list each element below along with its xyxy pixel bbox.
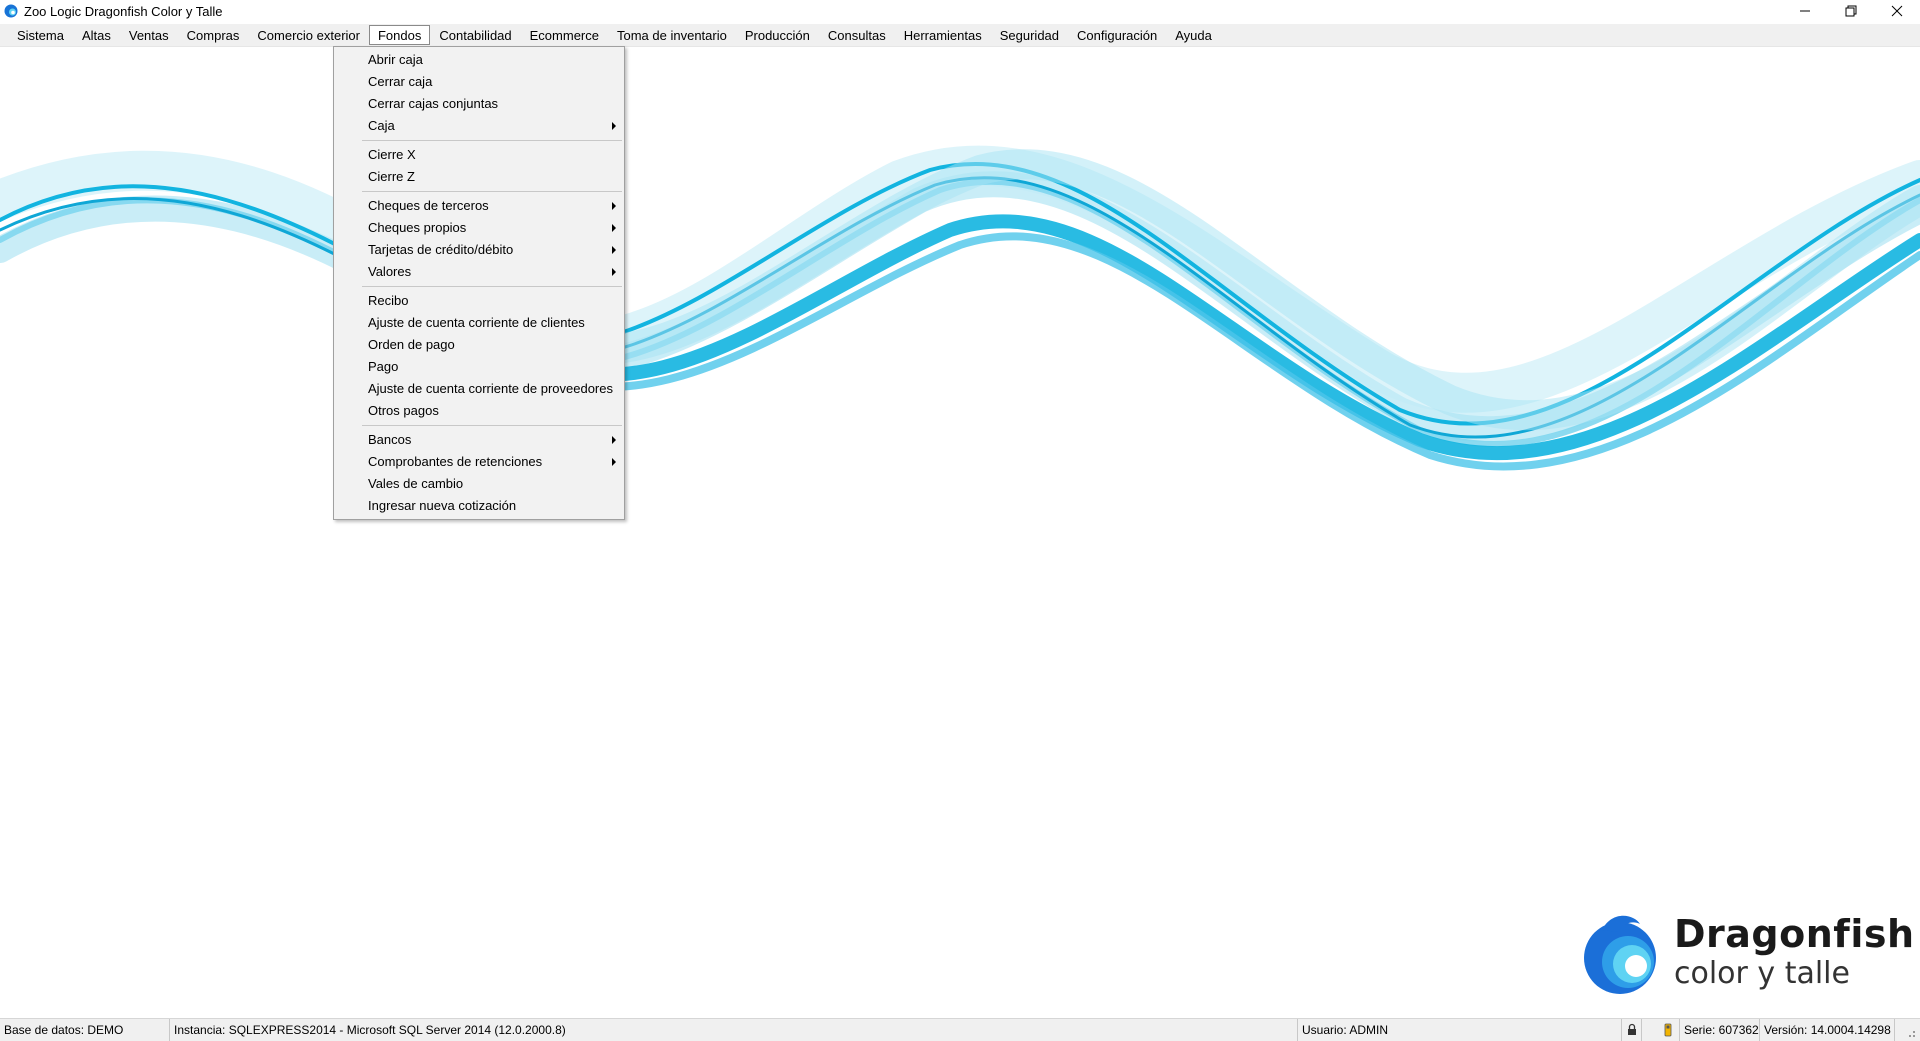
dropdown-item[interactable]: Cheques propios (334, 217, 624, 239)
dropdown-item[interactable]: Cerrar caja (334, 71, 624, 93)
close-button[interactable] (1874, 0, 1920, 22)
dragonfish-logo-icon (1584, 915, 1656, 994)
logo-tagline: color y talle (1674, 956, 1850, 991)
menu-separator (362, 191, 622, 192)
dropdown-item[interactable]: Abrir caja (334, 49, 624, 71)
menu-ayuda[interactable]: Ayuda (1166, 25, 1221, 45)
dropdown-item-label: Cierre X (368, 147, 416, 162)
logo-name: Dragonfish (1674, 912, 1915, 956)
close-icon (1891, 5, 1903, 17)
dropdown-item-label: Comprobantes de retenciones (368, 454, 543, 469)
status-version: Versión: 14.0004.14298 (1760, 1019, 1895, 1041)
menu-separator (362, 286, 622, 287)
menu-altas[interactable]: Altas (73, 25, 120, 45)
dropdown-item-label: Recibo (368, 293, 409, 308)
dropdown-item-label: Caja (368, 118, 395, 133)
dropdown-item-label: Vales de cambio (368, 476, 464, 491)
resize-grip[interactable] (1895, 1019, 1920, 1041)
window-controls (1782, 0, 1920, 22)
status-user: Usuario: ADMIN (1298, 1019, 1622, 1041)
dropdown-item-label: Cheques de terceros (368, 198, 489, 213)
menu-ventas[interactable]: Ventas (120, 25, 178, 45)
status-device (1642, 1019, 1680, 1041)
dropdown-item-label: Tarjetas de crédito/débito (368, 242, 514, 257)
dropdown-item-label: Cerrar caja (368, 74, 433, 89)
dropdown-item[interactable]: Cierre X (334, 144, 624, 166)
menu-bar: Sistema Altas Ventas Compras Comercio exteri… (0, 24, 1920, 47)
dropdown-item-label: Cierre Z (368, 169, 415, 184)
submenu-arrow-icon (612, 268, 616, 276)
dropdown-item-label: Bancos (368, 432, 412, 447)
dropdown-item[interactable]: Pago (334, 356, 624, 378)
status-bar: Base de datos: DEMO Instancia: SQLEXPRES… (0, 1018, 1920, 1041)
dropdown-item-label: Cerrar cajas conjuntas (368, 96, 499, 111)
menu-configuración[interactable]: Configuración (1068, 25, 1166, 45)
dropdown-item[interactable]: Ajuste de cuenta corriente de clientes (334, 312, 624, 334)
dropdown-item[interactable]: Valores (334, 261, 624, 283)
menu-contabilidad[interactable]: Contabilidad (430, 25, 520, 45)
menu-separator (362, 140, 622, 141)
status-database: Base de datos: DEMO (0, 1019, 170, 1041)
dropdown-item[interactable]: Otros pagos (334, 400, 624, 422)
status-instance: Instancia: SQLEXPRESS2014 - Microsoft SQ… (170, 1019, 1298, 1041)
restore-icon (1845, 5, 1857, 17)
dropdown-item[interactable]: Cierre Z (334, 166, 624, 188)
dragonfish-logo: Dragonfish color y talle (1582, 910, 1914, 1000)
status-serial: Serie: 607362 (1680, 1019, 1760, 1041)
submenu-arrow-icon (612, 122, 616, 130)
submenu-arrow-icon (612, 202, 616, 210)
menu-herramientas[interactable]: Herramientas (895, 25, 991, 45)
status-lock (1622, 1019, 1642, 1041)
menu-ecommerce[interactable]: Ecommerce (521, 25, 608, 45)
dropdown-item-label: Ajuste de cuenta corriente de clientes (368, 315, 585, 330)
menu-seguridad[interactable]: Seguridad (991, 25, 1068, 45)
dropdown-item[interactable]: Vales de cambio (334, 473, 624, 495)
dragonfish-app-icon (4, 4, 18, 18)
dropdown-item[interactable]: Caja (334, 115, 624, 137)
dropdown-item[interactable]: Bancos (334, 429, 624, 451)
dropdown-item-label: Ajuste de cuenta corriente de proveedore… (368, 381, 613, 396)
dropdown-item-label: Otros pagos (368, 403, 439, 418)
fondos-dropdown-menu: Abrir caja Cerrar caja Cerrar cajas conjun… (333, 46, 625, 520)
dropdown-item-label: Cheques propios (368, 220, 467, 235)
dropdown-item[interactable]: Comprobantes de retenciones (334, 451, 624, 473)
submenu-arrow-icon (612, 246, 616, 254)
lock-icon (1628, 1023, 1636, 1035)
dropdown-item-label: Pago (368, 359, 399, 374)
menu-producción[interactable]: Producción (736, 25, 819, 45)
title-bar: Zoo Logic Dragonfish Color y Talle (0, 0, 1920, 22)
dropdown-item-label: Ingresar nueva cotización (368, 498, 517, 513)
menu-toma-de-inventario[interactable]: Toma de inventario (608, 25, 736, 45)
menu-sistema[interactable]: Sistema (8, 25, 73, 45)
dropdown-item[interactable]: Recibo (334, 290, 624, 312)
minimize-button[interactable] (1782, 0, 1828, 22)
resize-grip-icon (1909, 1031, 1915, 1037)
minimize-icon (1800, 10, 1810, 12)
menu-consultas[interactable]: Consultas (819, 25, 895, 45)
restore-button[interactable] (1828, 0, 1874, 22)
dropdown-item[interactable]: Tarjetas de crédito/débito (334, 239, 624, 261)
submenu-arrow-icon (612, 436, 616, 444)
menu-separator (362, 425, 622, 426)
menu-fondos[interactable]: Fondos (368, 25, 431, 45)
dropdown-item-label: Orden de pago (368, 337, 455, 352)
dropdown-item[interactable]: Orden de pago (334, 334, 624, 356)
usb-key-icon (1664, 1023, 1672, 1037)
menu-comercio-exterior[interactable]: Comercio exterior (248, 25, 369, 45)
dropdown-item[interactable]: Cheques de terceros (334, 195, 624, 217)
wave-background (0, 145, 1920, 471)
submenu-arrow-icon (612, 458, 616, 466)
menu-compras[interactable]: Compras (178, 25, 249, 45)
dropdown-item-label: Abrir caja (368, 52, 423, 67)
dropdown-item-label: Valores (368, 264, 412, 279)
submenu-arrow-icon (612, 224, 616, 232)
dropdown-item[interactable]: Ajuste de cuenta corriente de proveedore… (334, 378, 624, 400)
window-title: Zoo Logic Dragonfish Color y Talle (24, 3, 223, 19)
dropdown-item[interactable]: Ingresar nueva cotización (334, 495, 624, 517)
dropdown-item[interactable]: Cerrar cajas conjuntas (334, 93, 624, 115)
